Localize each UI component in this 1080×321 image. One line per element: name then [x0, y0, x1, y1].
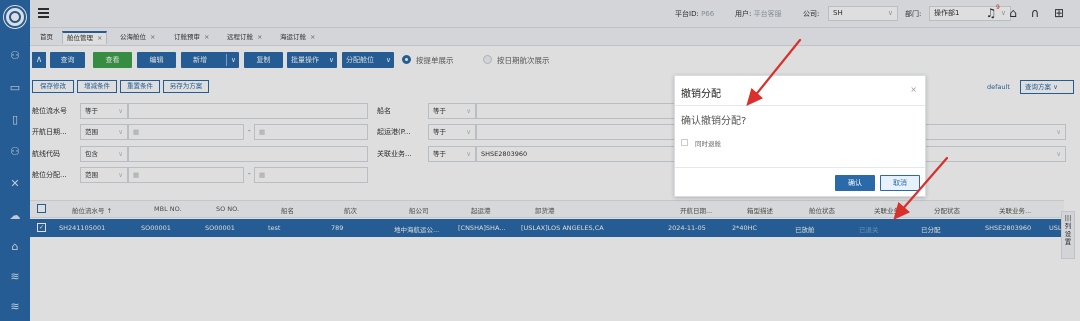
annotation-arrow	[899, 156, 949, 213]
annotation-arrow	[752, 38, 802, 99]
annotation-arrows	[746, 38, 949, 221]
